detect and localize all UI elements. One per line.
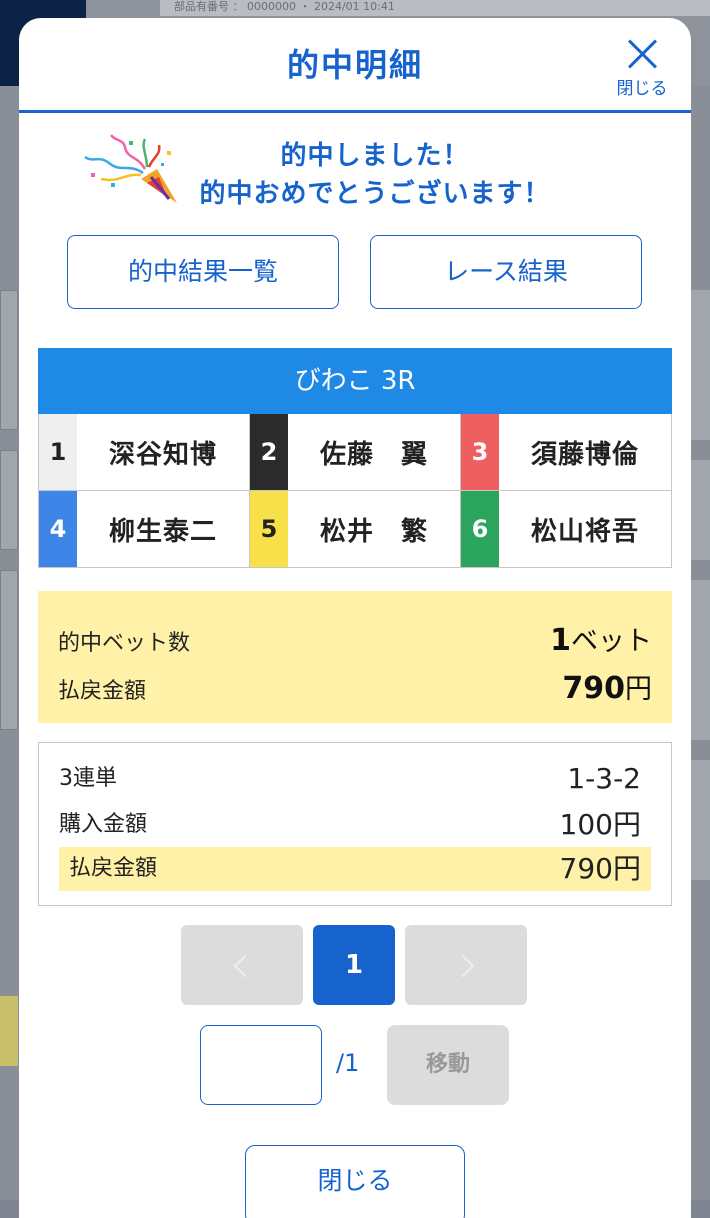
background-card xyxy=(0,290,18,430)
detail-payout-value: 790円 xyxy=(559,852,641,885)
racer-cell: 4 柳生泰二 xyxy=(39,491,250,567)
modal-header: 的中明細 閉じる xyxy=(19,18,691,113)
racer-number: 4 xyxy=(39,491,77,567)
background-card xyxy=(690,760,710,880)
racer-number: 6 xyxy=(461,491,499,567)
background-title-fragment: 部品有番号 ： 0000000 ・ 2024/01 10:41 xyxy=(160,0,710,16)
congrats-line-1: 的中しました！ xyxy=(280,141,470,171)
chevron-left-icon xyxy=(233,954,257,977)
race-title: びわこ 3R xyxy=(38,348,672,414)
bottom-close-button[interactable]: 閉じる xyxy=(245,1145,465,1218)
close-icon xyxy=(627,38,657,68)
racer-cell: 5 松井 繁 xyxy=(250,491,461,567)
race-table: びわこ 3R 1 深谷知博 2 佐藤 翼 3 須藤博倫 4 柳生泰二 5 松井 … xyxy=(38,348,672,568)
race-results-button[interactable]: レース結果 xyxy=(370,235,642,309)
racer-row: 4 柳生泰二 5 松井 繁 6 松山将吾 xyxy=(38,491,672,568)
chevron-right-icon xyxy=(451,954,475,977)
racer-number: 5 xyxy=(250,491,288,567)
hit-detail-modal: 的中明細 閉じる 的中しました！ 的中おめでとうございます！ 的中結果一覧 レー… xyxy=(19,18,691,1218)
bet-count-label: 的中ベット数 xyxy=(58,631,191,656)
bet-count-row: 的中ベット数 1ベット xyxy=(58,623,652,658)
prev-page-button[interactable] xyxy=(181,925,303,1005)
congrats-line-2: 的中おめでとうございます！ xyxy=(199,179,551,209)
hit-summary: 的中ベット数 1ベット 払戻金額 790円 xyxy=(38,591,672,723)
background-card xyxy=(0,570,18,730)
racer-name: 松井 繁 xyxy=(319,516,428,547)
racer-name: 松山将吾 xyxy=(530,516,639,547)
background-card xyxy=(690,290,710,440)
page-number-current[interactable]: 1 xyxy=(313,925,395,1005)
purchase-row: 購入金額 100円 xyxy=(59,803,651,847)
background-highlight xyxy=(0,996,18,1066)
racer-cell: 2 佐藤 翼 xyxy=(250,414,461,490)
racer-number: 1 xyxy=(39,414,77,490)
racer-number: 3 xyxy=(461,414,499,490)
detail-payout-row: 払戻金額 790円 xyxy=(59,847,651,891)
page-number-input[interactable] xyxy=(200,1025,322,1105)
payout-value: 790円 xyxy=(562,671,652,706)
background-card xyxy=(690,580,710,740)
next-page-button[interactable] xyxy=(405,925,527,1005)
close-button-label: 閉じる xyxy=(616,79,668,99)
purchase-label: 購入金額 xyxy=(59,812,148,837)
result-links: 的中結果一覧 レース結果 xyxy=(67,235,643,311)
racer-name: 深谷知博 xyxy=(108,439,217,470)
bet-count-value: 1ベット xyxy=(550,623,652,658)
page-total: /1 xyxy=(336,1049,360,1077)
hit-results-button[interactable]: 的中結果一覧 xyxy=(67,235,339,309)
racer-row: 1 深谷知博 2 佐藤 翼 3 須藤博倫 xyxy=(38,414,672,491)
purchase-value: 100円 xyxy=(559,808,641,841)
background-card xyxy=(0,450,18,550)
bet-type-row: 3連単 1-3-2 xyxy=(59,757,651,801)
racer-cell: 1 深谷知博 xyxy=(39,414,250,490)
racer-name: 須藤博倫 xyxy=(530,439,639,470)
racer-name: 佐藤 翼 xyxy=(319,439,428,470)
detail-payout-label: 払戻金額 xyxy=(69,856,158,881)
bet-type-label: 3連単 xyxy=(59,766,117,791)
modal-title: 的中明細 xyxy=(286,46,423,84)
racer-cell: 3 須藤博倫 xyxy=(461,414,671,490)
move-button[interactable]: 移動 xyxy=(387,1025,509,1105)
bet-type-value: 1-3-2 xyxy=(567,762,641,795)
payout-label: 払戻金額 xyxy=(58,679,147,704)
payout-row: 払戻金額 790円 xyxy=(58,671,652,706)
close-button[interactable]: 閉じる xyxy=(617,34,668,100)
pagination: 1 xyxy=(181,925,527,1007)
background-card xyxy=(690,460,710,560)
racer-name: 柳生泰二 xyxy=(108,516,217,547)
page-jump: /1 移動 xyxy=(200,1025,510,1107)
bet-detail: 3連単 1-3-2 購入金額 100円 払戻金額 790円 xyxy=(38,742,672,906)
racer-cell: 6 松山将吾 xyxy=(461,491,671,567)
racer-number: 2 xyxy=(250,414,288,490)
congrats-message: 的中しました！ 的中おめでとうございます！ xyxy=(19,113,691,229)
